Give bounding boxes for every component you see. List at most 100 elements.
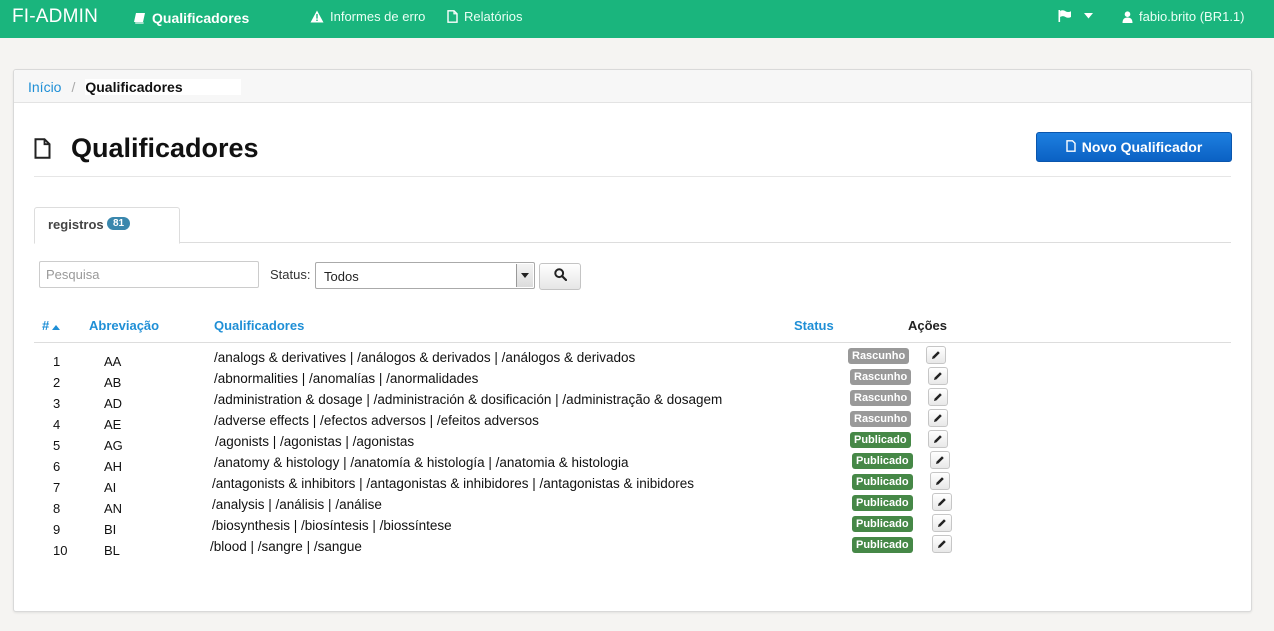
row-number: 5: [53, 438, 61, 453]
row-abbreviation: AD: [104, 396, 123, 411]
nav-item-relatorios[interactable]: Relatórios: [447, 9, 523, 24]
row-qualifiers: /abnormalities | /anomalías | /anormalid…: [214, 371, 479, 386]
row-qualifiers: /blood | /sangre | /sangue: [210, 539, 362, 554]
status-select[interactable]: Todos: [315, 262, 535, 289]
status-badge: Publicado: [850, 432, 911, 448]
pencil-icon: [937, 537, 947, 552]
sort-asc-icon: [52, 318, 61, 333]
edit-button[interactable]: [930, 472, 950, 490]
row-abbreviation: AE: [104, 417, 122, 432]
row-qualifiers: /administration & dosage | /administraci…: [214, 392, 723, 407]
edit-button[interactable]: [932, 535, 952, 553]
edit-button[interactable]: [928, 430, 948, 448]
search-button[interactable]: [539, 263, 581, 290]
tab-label: registros: [48, 217, 104, 232]
user-label: fabio.brito (BR1.1): [1139, 9, 1245, 24]
row-qualifiers: /agonists | /agonistas | /agonistas: [215, 434, 415, 449]
nav-item-label: Informes de erro: [330, 9, 426, 24]
nav-item-label: Relatórios: [464, 9, 523, 24]
edit-button[interactable]: [932, 493, 952, 511]
table-header: # Abreviação Qualificadores Status Ações: [34, 310, 1231, 343]
warning-icon: [310, 10, 324, 23]
status-badge: Publicado: [852, 495, 913, 511]
user-menu[interactable]: fabio.brito (BR1.1): [1122, 9, 1245, 24]
row-qualifiers: /adverse effects | /efectos adversos | /…: [214, 413, 539, 428]
edit-button[interactable]: [926, 346, 946, 364]
book-icon: [133, 12, 146, 24]
row-qualifiers: /antagonists & inhibitors | /antagonista…: [212, 476, 695, 491]
breadcrumb-bar: Início / Qualificadores: [14, 70, 1251, 103]
row-number: 2: [53, 375, 61, 390]
column-header-abbreviation[interactable]: Abreviação: [89, 318, 159, 333]
pencil-icon: [935, 453, 945, 468]
breadcrumb-separator: /: [71, 79, 76, 95]
new-qualifier-button[interactable]: Novo Qualificador: [1036, 132, 1232, 162]
top-navbar: FI-ADMIN Qualificadores Informes de erro…: [0, 0, 1274, 38]
row-qualifiers: /analogs & derivatives | /análogos & der…: [214, 350, 636, 365]
column-header-status[interactable]: Status: [794, 318, 834, 333]
status-badge: Rascunho: [848, 348, 910, 364]
column-header-number[interactable]: #: [42, 318, 61, 333]
status-badge: Publicado: [852, 474, 913, 490]
row-number: 9: [53, 522, 61, 537]
row-number: 4: [53, 417, 61, 432]
status-select-value: Todos: [324, 269, 359, 284]
row-abbreviation: AN: [104, 501, 123, 516]
chevron-down-icon: [1084, 13, 1093, 19]
table-row: 9 BI/biosynthesis | /biosíntesis | /bioss…: [34, 514, 1231, 537]
pencil-icon: [931, 348, 941, 363]
table-row: 5 AG/agonists | /agonistas | /agonistas Pu…: [34, 430, 1231, 453]
row-qualifiers: /analysis | /análisis | /análise: [212, 497, 382, 512]
nav-item-qualificadores[interactable]: Qualificadores: [133, 10, 249, 26]
table-row: 6 AH/anatomy & histology | /anatomía & hi…: [34, 451, 1231, 474]
edit-button[interactable]: [928, 409, 948, 427]
nav-item-informes-de-erro[interactable]: Informes de erro: [310, 9, 425, 24]
breadcrumb: Início / Qualificadores: [28, 79, 241, 95]
status-filter-label: Status:: [270, 267, 311, 282]
column-header-qualifiers[interactable]: Qualificadores: [214, 318, 304, 333]
row-abbreviation: AG: [104, 438, 123, 453]
pencil-icon: [935, 474, 945, 489]
tabs-bar: registros 81: [34, 207, 1231, 244]
row-abbreviation: BI: [104, 522, 117, 537]
file-icon: [447, 10, 458, 23]
records-count-badge: 81: [107, 217, 131, 230]
pencil-icon: [933, 369, 943, 384]
row-abbreviation: AH: [104, 459, 123, 474]
language-dropdown[interactable]: [1058, 10, 1093, 22]
status-badge: Publicado: [852, 516, 913, 532]
status-badge: Publicado: [852, 453, 913, 469]
row-abbreviation: AI: [104, 480, 117, 495]
main-panel: Início / Qualificadores Qualificadores N…: [13, 69, 1252, 612]
table-row: 10 BL/blood | /sangre | /sangue Publicado: [34, 535, 1231, 558]
edit-button[interactable]: [928, 367, 948, 385]
row-number: 8: [53, 501, 61, 516]
file-icon: [1066, 139, 1076, 155]
table-row: 1 AA/analogs & derivatives | /análogos & …: [34, 346, 1231, 369]
row-number: 7: [53, 480, 61, 495]
row-number: 1: [53, 354, 61, 369]
pencil-icon: [937, 516, 947, 531]
brand-logo[interactable]: FI-ADMIN: [12, 6, 98, 28]
search-icon: [553, 267, 567, 286]
table-row: 7 AI/antagonists & inhibitors | /antagoni…: [34, 472, 1231, 495]
pencil-icon: [933, 411, 943, 426]
status-badge: Rascunho: [850, 390, 912, 406]
row-qualifiers: /biosynthesis | /biosíntesis | /biossínt…: [212, 518, 452, 533]
nav-item-label: Qualificadores: [152, 10, 250, 26]
table-row: 8 AN/analysis | /análisis | /análise Publi…: [34, 493, 1231, 516]
edit-button[interactable]: [928, 388, 948, 406]
column-header-label: #: [42, 318, 50, 333]
search-input[interactable]: [39, 261, 259, 288]
pencil-icon: [933, 390, 943, 405]
status-badge: Rascunho: [850, 411, 912, 427]
row-abbreviation: AB: [104, 375, 122, 390]
row-number: 3: [53, 396, 61, 411]
tab-registros[interactable]: registros 81: [34, 207, 180, 244]
edit-button[interactable]: [932, 514, 952, 532]
page-title: Qualificadores: [71, 133, 259, 163]
edit-button[interactable]: [930, 451, 950, 469]
breadcrumb-home-link[interactable]: Início: [28, 79, 61, 95]
row-number: 10: [53, 543, 68, 558]
page-header: Qualificadores Novo Qualificador: [34, 130, 1232, 177]
